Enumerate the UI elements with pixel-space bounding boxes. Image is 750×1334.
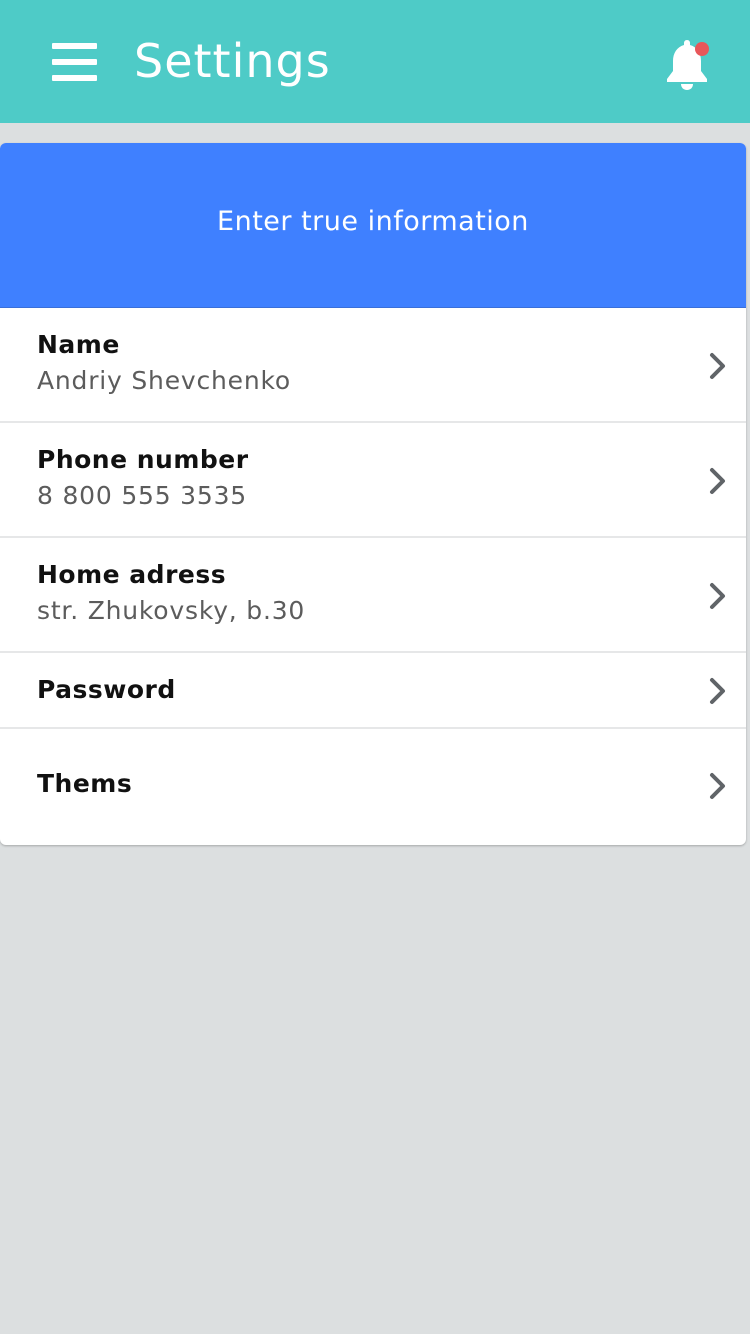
chevron-right-icon <box>710 468 725 494</box>
row-value: Andriy Shevchenko <box>37 366 291 395</box>
row-label: Phone number <box>37 445 249 474</box>
chevron-right-icon <box>710 583 725 609</box>
chevron-right-icon <box>710 353 725 379</box>
menu-line <box>52 59 97 65</box>
row-label: Home adress <box>37 560 227 589</box>
row-label: Name <box>37 330 120 359</box>
hamburger-menu-icon[interactable] <box>52 43 97 81</box>
chevron-right-icon <box>710 773 725 799</box>
settings-row-password[interactable]: Password <box>0 653 746 729</box>
row-value: 8 800 555 3535 <box>37 481 248 510</box>
settings-row-themes[interactable]: Thems <box>0 729 746 843</box>
notification-button[interactable] <box>662 36 712 92</box>
banner-text: Enter true information <box>217 205 529 237</box>
settings-row-name[interactable]: Name Andriy Shevchenko <box>0 308 746 423</box>
row-label: Password <box>37 675 176 704</box>
app-bar: Settings <box>0 0 750 123</box>
menu-line <box>52 43 97 49</box>
settings-card: Enter true information Name Andriy Shevc… <box>0 143 746 845</box>
settings-row-phone[interactable]: Phone number 8 800 555 3535 <box>0 423 746 538</box>
row-label: Thems <box>37 769 133 798</box>
chevron-right-icon <box>710 678 725 704</box>
notification-badge <box>695 42 709 56</box>
info-banner: Enter true information <box>0 143 746 308</box>
row-value: str. Zhukovsky, b.30 <box>37 596 306 625</box>
settings-row-address[interactable]: Home adress str. Zhukovsky, b.30 <box>0 538 746 653</box>
page-title: Settings <box>134 34 331 88</box>
menu-line <box>52 75 97 81</box>
